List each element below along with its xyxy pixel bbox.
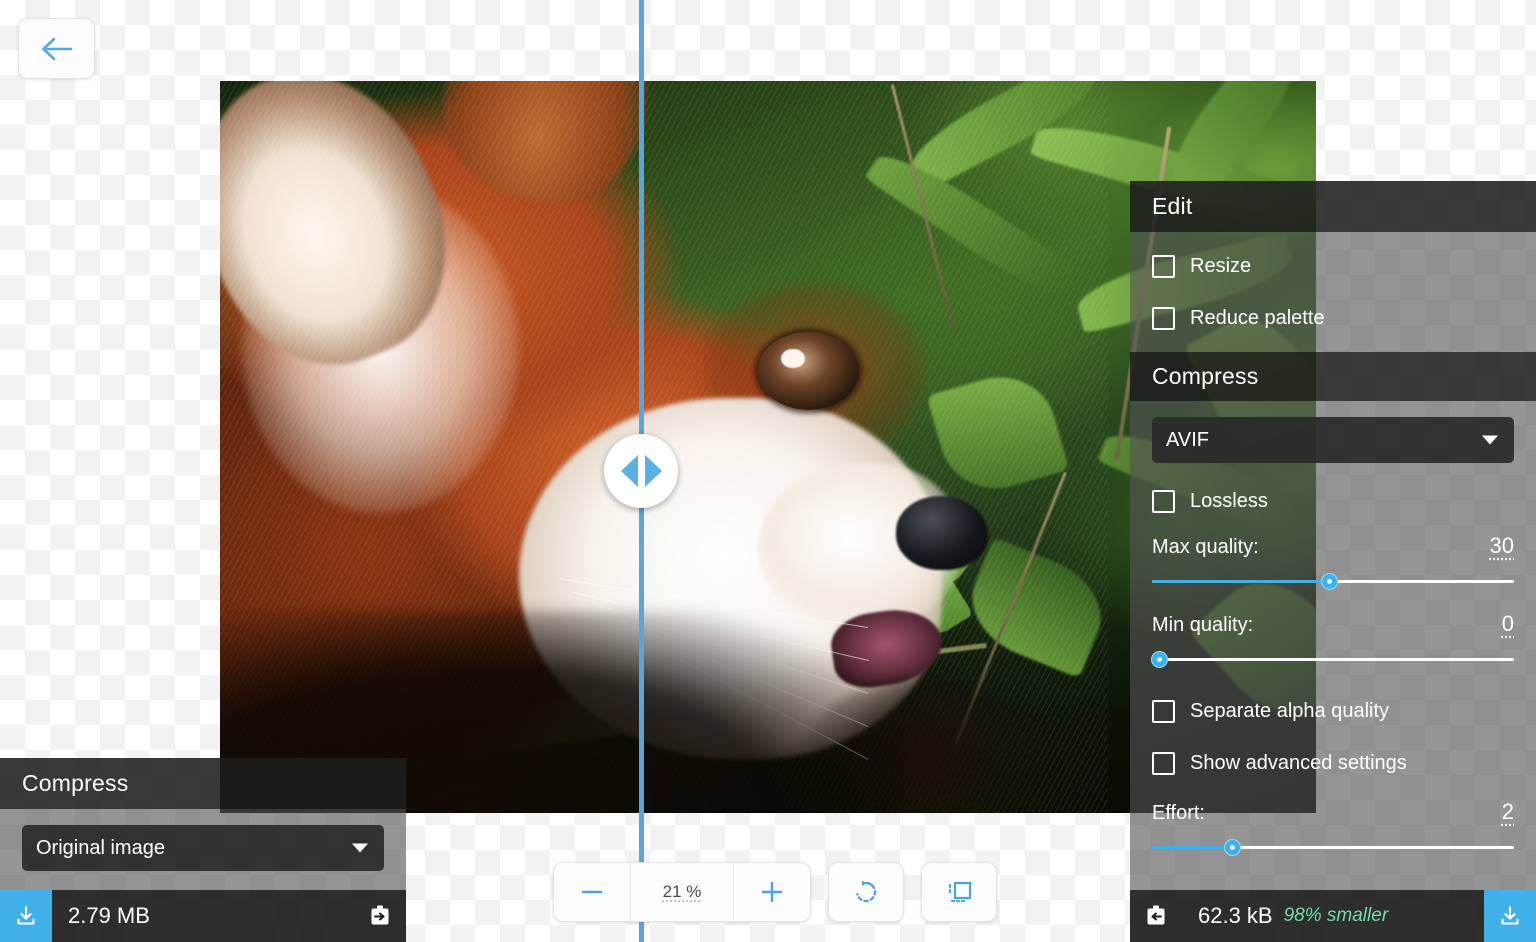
checkbox-resize[interactable] [1152,255,1175,278]
min-quality-header: Min quality: 0 [1152,611,1514,637]
minus-icon [578,878,606,906]
zoom-out-button[interactable] [554,863,630,921]
checkbox-advanced-settings[interactable] [1152,752,1175,775]
checkbox-row-reduce-palette[interactable]: Reduce palette [1152,292,1514,344]
checkbox-label-advanced-settings: Show advanced settings [1190,752,1407,775]
max-quality-slider[interactable] [1152,569,1514,593]
zoom-in-button[interactable] [734,863,810,921]
right-download-button[interactable] [1484,890,1536,942]
effort-value[interactable]: 2 [1502,799,1514,825]
checkbox-row-advanced-settings[interactable]: Show advanced settings [1152,737,1514,789]
right-file-size: 62.3 kB [1182,903,1273,929]
format-select-wrap: AVIF [1152,417,1514,463]
plus-icon [758,878,786,906]
left-panel-title: Compress [0,758,406,809]
copy-to-left-button[interactable] [1130,890,1182,942]
fit-to-screen-icon [944,877,974,907]
left-panel-body: Original image [0,809,406,890]
left-file-size: 2.79 MB [52,903,150,929]
effort-label: Effort: [1152,802,1205,825]
download-icon [1497,903,1523,929]
left-format-select-wrap: Original image [22,825,384,871]
left-footer-bar: 2.79 MB [0,890,406,942]
max-quality-label: Max quality: [1152,536,1259,559]
chevron-left-icon [621,455,638,487]
compare-divider-handle[interactable] [604,434,678,508]
zoom-segmented-control: 21 % [553,862,811,922]
copy-to-right-button[interactable] [354,890,406,942]
checkbox-label-lossless: Lossless [1190,490,1268,513]
rotate-button[interactable] [828,862,904,922]
chevron-right-icon [645,455,662,487]
download-icon [13,903,39,929]
effort-slider[interactable] [1152,835,1514,859]
checkbox-label-resize: Resize [1190,255,1251,278]
effort-knob[interactable] [1224,839,1241,856]
effort-control: Effort: 2 [1152,789,1514,859]
max-quality-fill [1152,580,1329,583]
max-quality-value[interactable]: 30 [1490,533,1514,559]
compress-section-body: AVIF Lossless Max quality: 30 Min qualit… [1130,401,1536,890]
format-select[interactable]: AVIF [1152,417,1514,463]
copy-right-icon [367,903,393,929]
checkbox-row-lossless[interactable]: Lossless [1152,475,1514,527]
arrow-left-icon [40,36,74,62]
effort-header: Effort: 2 [1152,799,1514,825]
fit-to-screen-button[interactable] [921,862,997,922]
max-quality-control: Max quality: 30 [1152,527,1514,593]
min-quality-control: Min quality: 0 [1152,593,1514,671]
max-quality-header: Max quality: 30 [1152,533,1514,559]
checkbox-lossless[interactable] [1152,490,1175,513]
effort-fill [1152,846,1232,849]
checkbox-label-separate-alpha: Separate alpha quality [1190,700,1389,723]
edit-section-title: Edit [1130,181,1536,232]
left-settings-panel: Compress Original image 2.79 MB [0,758,406,942]
copy-left-icon [1143,903,1169,929]
zoom-level-value[interactable]: 21 % [630,863,734,921]
checkbox-row-separate-alpha[interactable]: Separate alpha quality [1152,685,1514,737]
savings-badge: 98% smaller [1273,905,1389,927]
checkbox-reduce-palette[interactable] [1152,307,1175,330]
checkbox-separate-alpha[interactable] [1152,700,1175,723]
max-quality-knob[interactable] [1321,573,1338,590]
right-settings-panel: Edit Resize Reduce palette Compress AVIF… [1130,181,1536,942]
left-format-select[interactable]: Original image [22,825,384,871]
rotate-icon [852,878,880,906]
min-quality-value[interactable]: 0 [1502,611,1514,637]
checkbox-row-resize[interactable]: Resize [1152,240,1514,292]
back-button[interactable] [18,18,95,79]
min-quality-label: Min quality: [1152,614,1253,637]
compress-section-title: Compress [1130,352,1536,401]
min-quality-slider[interactable] [1152,647,1514,671]
min-quality-knob[interactable] [1151,651,1168,668]
zoom-toolbar: 21 % [553,862,997,922]
right-footer-bar: 62.3 kB 98% smaller [1130,890,1536,942]
checkbox-label-reduce-palette: Reduce palette [1190,307,1325,330]
edit-section-body: Resize Reduce palette [1130,232,1536,352]
left-download-button[interactable] [0,890,52,942]
